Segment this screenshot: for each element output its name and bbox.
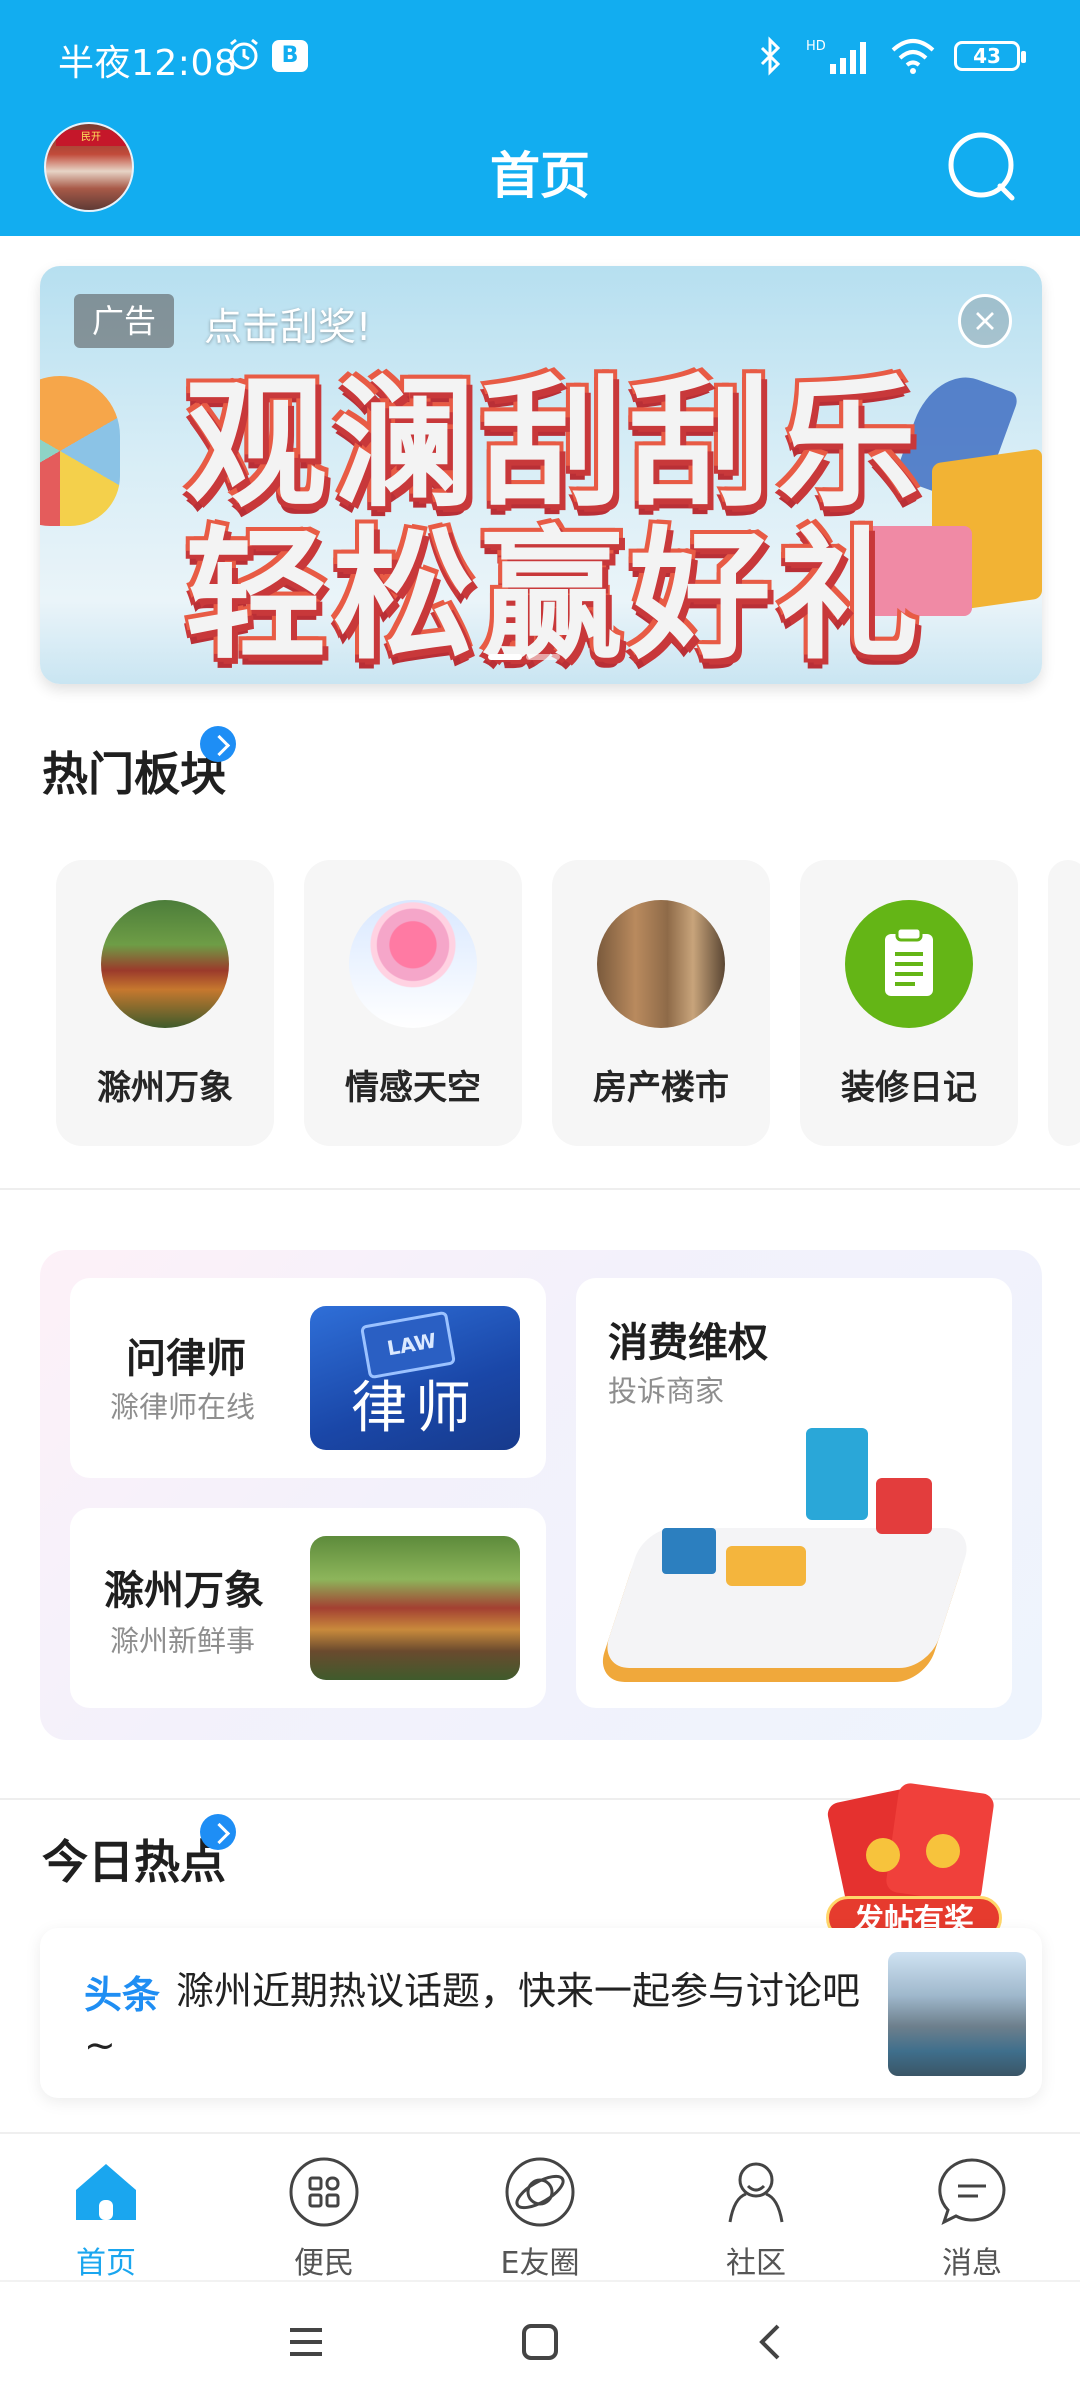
home-square-icon[interactable] — [520, 2322, 560, 2362]
tab-e-friends[interactable]: E友圈 — [470, 2146, 610, 2281]
app-header: 民开 首页 — [0, 112, 1080, 236]
menu-icon[interactable] — [286, 2322, 326, 2362]
pavilion-image — [101, 900, 229, 1028]
monitor-graphic — [662, 1528, 716, 1574]
consumer-rights-card[interactable]: 消费维权 投诉商家 — [576, 1278, 1012, 1708]
carousel-dot — [488, 654, 522, 660]
bluetooth-icon — [760, 36, 781, 76]
chuzhou-wanxiang-card[interactable]: 滁州万象 滁州新鲜事 — [70, 1508, 546, 1708]
planet-icon — [505, 2157, 575, 2227]
services-panel: 问律师 滁律师在线 LAW 律师 滁州万象 滁州新鲜事 消费维权 投诉商家 — [40, 1250, 1042, 1740]
more-arrow-icon[interactable] — [200, 726, 236, 762]
carousel-dot — [526, 654, 560, 660]
today-hot-title-text: 今日热点 — [42, 1835, 226, 1889]
signal-icon: HD — [806, 39, 866, 74]
tab-community[interactable]: 社区 — [686, 2146, 826, 2281]
headline-thumbnail — [888, 1952, 1026, 2076]
tab-label: E友圈 — [500, 2246, 580, 2281]
clipboard-glyph — [885, 926, 933, 996]
building-image — [597, 900, 725, 1028]
app-notification-icon: B — [272, 40, 308, 72]
board-item-partial[interactable] — [1048, 860, 1080, 1146]
board-item[interactable]: 房产楼市 — [552, 860, 770, 1146]
section-divider — [0, 1188, 1080, 1190]
grid-icon — [289, 2157, 359, 2227]
board-item[interactable]: 滁州万象 — [56, 860, 274, 1146]
tab-home[interactable]: 首页 — [36, 2146, 176, 2281]
board-label: 情感天空 — [345, 1068, 481, 1108]
system-nav-bar — [0, 2280, 1080, 2400]
hot-air-balloon-graphic — [40, 376, 120, 526]
tab-services[interactable]: 便民 — [254, 2146, 394, 2281]
wifi-icon — [891, 39, 935, 74]
ask-lawyer-card[interactable]: 问律师 滁律师在线 LAW 律师 — [70, 1278, 546, 1478]
post-reward-button[interactable]: 发帖有奖 — [825, 1781, 1002, 1944]
status-right: HD 43 — [754, 34, 1026, 78]
coin-graphic — [866, 1838, 900, 1872]
tab-label: 便民 — [294, 2246, 354, 2281]
back-icon[interactable] — [752, 2322, 792, 2362]
headline-text: 滁州近期热议话题，快来一起参与讨论吧~ — [84, 1969, 861, 2067]
shopping-bag-graphic — [806, 1428, 868, 1520]
banner-cta[interactable]: 点击刮奖! — [204, 296, 371, 351]
ad-banner[interactable]: 观澜刮刮乐 轻松赢好礼 广告 点击刮奖! — [40, 266, 1042, 684]
ad-tag: 广告 — [74, 294, 174, 348]
board-item[interactable]: 装修日记 — [800, 860, 1018, 1146]
hot-boards-title: 热门板块 — [42, 726, 236, 804]
board-item[interactable]: 情感天空 — [304, 860, 522, 1146]
wanxiang-title: 滁州万象 — [104, 1568, 264, 1614]
close-icon[interactable] — [958, 294, 1012, 348]
message-icon — [938, 2158, 1006, 2225]
today-hot-title: 今日热点 — [42, 1814, 236, 1892]
hot-boards-title-text: 热门板块 — [42, 747, 226, 801]
coin-graphic — [926, 1834, 960, 1868]
bottom-tab-bar: 首页 便民 E友圈 社区 消息 — [0, 2132, 1080, 2281]
lawyer-image-text: 律师 — [351, 1376, 479, 1441]
wanxiang-subtitle: 滁州新鲜事 — [110, 1624, 256, 1658]
tab-messages[interactable]: 消息 — [902, 2146, 1042, 2281]
headline-card[interactable]: 头条 滁州近期热议话题，快来一起参与讨论吧~ — [40, 1928, 1042, 2098]
network-label: HD — [806, 39, 826, 54]
board-label: 装修日记 — [841, 1068, 977, 1108]
gift-box-graphic — [876, 1478, 932, 1534]
ask-lawyer-title: 问律师 — [126, 1336, 246, 1382]
sofa-graphic — [726, 1546, 806, 1586]
page-title: 首页 — [490, 147, 590, 205]
more-arrow-icon[interactable] — [200, 1814, 236, 1850]
home-icon — [76, 2164, 136, 2220]
status-bar: 半夜12:08 B HD 43 — [0, 0, 1080, 112]
search-icon[interactable] — [944, 128, 1024, 208]
consumer-rights-subtitle: 投诉商家 — [608, 1374, 725, 1408]
ask-lawyer-subtitle: 滁律师在线 — [110, 1390, 256, 1424]
tab-label: 消息 — [942, 2246, 1002, 2281]
lawyer-image: LAW 律师 — [310, 1306, 520, 1450]
carousel-indicator — [488, 654, 564, 660]
alarm-icon — [230, 38, 258, 70]
battery-indicator: 43 — [954, 41, 1026, 71]
balloons-image — [349, 900, 477, 1028]
pavilion-photo — [310, 1536, 520, 1680]
consumer-rights-title: 消费维权 — [608, 1320, 768, 1366]
law-book-label: LAW — [385, 1328, 439, 1361]
status-time: 半夜12:08 — [58, 43, 238, 84]
tab-label: 社区 — [726, 2246, 786, 2281]
clipboard-icon — [845, 900, 973, 1028]
top-bar: 半夜12:08 B HD 43 民开 首页 — [0, 0, 1080, 236]
community-icon — [728, 2162, 784, 2223]
tab-label: 首页 — [76, 2246, 136, 2281]
hot-boards-list: 滁州万象 情感天空 房产楼市 装修日记 — [56, 860, 1080, 1146]
board-label: 滁州万象 — [97, 1068, 233, 1108]
board-label: 房产楼市 — [593, 1068, 729, 1108]
